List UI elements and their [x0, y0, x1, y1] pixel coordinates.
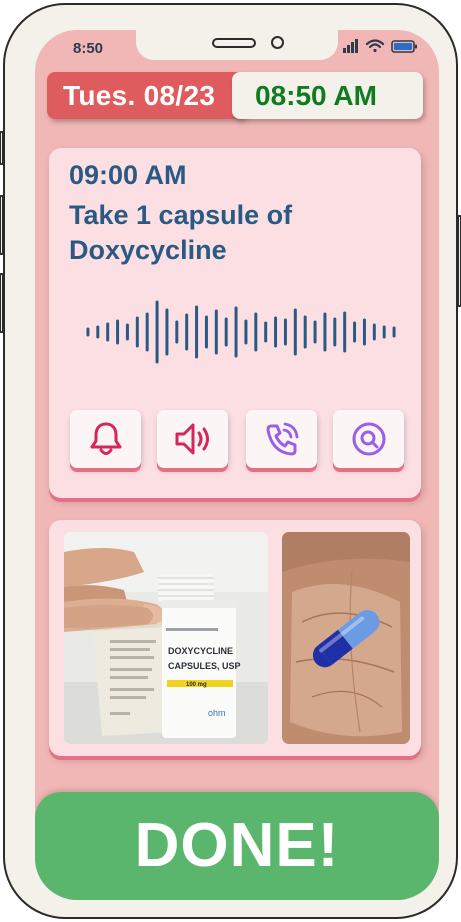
capsule-photo [282, 532, 410, 744]
speaker-grille [212, 38, 256, 48]
reminder-card: 09:00 AM Take 1 capsule of Doxycycline [49, 148, 421, 498]
date-badge: Tues. 08/23 [47, 72, 247, 119]
alarm-button[interactable] [70, 410, 141, 468]
volume-up-button [0, 195, 4, 255]
done-label: DONE! [134, 811, 340, 880]
reminder-instruction: Take 1 capsule of Doxycycline [69, 200, 293, 265]
bottle-label-line1: DOXYCYCLINE [168, 646, 233, 656]
search-button[interactable] [333, 410, 404, 468]
battery-icon [391, 40, 417, 53]
mute-switch [0, 131, 4, 165]
call-button[interactable] [246, 410, 317, 468]
current-time: 08:50 AM [255, 80, 377, 111]
speaker-icon [175, 423, 209, 455]
play-audio-button[interactable] [157, 410, 228, 468]
power-button [457, 215, 461, 307]
status-bar-time: 8:50 [73, 40, 104, 57]
front-camera [271, 36, 284, 49]
notch [136, 30, 338, 60]
clock-badge: 08:50 AM [232, 72, 423, 119]
phone-frame: 8:50 Tues. 08/23 08:50 AM 09:00 AM Take … [0, 3, 461, 919]
volume-down-button [0, 273, 4, 333]
wifi-icon [365, 39, 385, 53]
bottle-dose: 100 mg [186, 682, 207, 688]
audio-waveform[interactable] [83, 296, 399, 368]
bottle-label-line2: CAPSULES, USP [168, 661, 241, 671]
app-screen: 8:50 Tues. 08/23 08:50 AM 09:00 AM Take … [35, 30, 439, 900]
done-button[interactable]: DONE! [35, 792, 439, 900]
status-bar-icons [341, 38, 421, 54]
bell-icon [90, 422, 121, 455]
search-icon [352, 422, 385, 456]
medication-photos: DOXYCYCLINE CAPSULES, USP 100 mg ohm [49, 520, 421, 756]
current-date: Tues. 08/23 [63, 80, 216, 111]
bottle-maker: ohm [208, 708, 226, 718]
bottle-photo: DOXYCYCLINE CAPSULES, USP 100 mg ohm [64, 532, 268, 744]
signal-icon [343, 39, 358, 53]
reminder-time: 09:00 AM [69, 160, 187, 190]
phone-call-icon [266, 422, 298, 456]
